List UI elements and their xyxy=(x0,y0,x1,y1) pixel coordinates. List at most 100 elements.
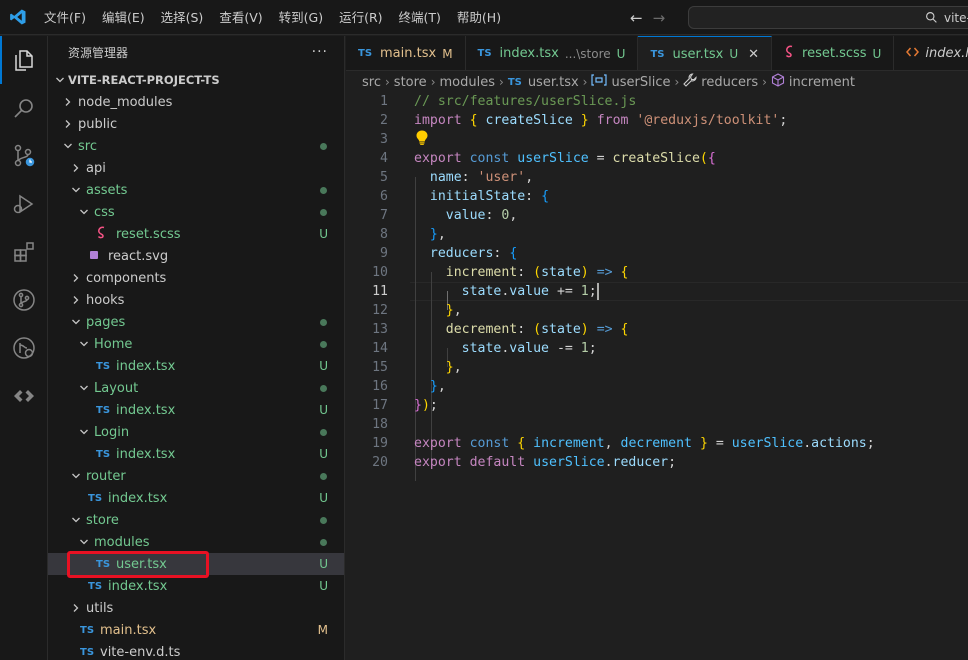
command-center-search[interactable]: vite- xyxy=(688,6,968,29)
tree-folder[interactable]: hooks xyxy=(48,289,344,311)
tree-file[interactable]: TS index.tsx U xyxy=(48,355,344,377)
source-control-icon[interactable] xyxy=(0,132,48,180)
explorer-icon[interactable] xyxy=(0,36,48,84)
tree-folder[interactable]: modules xyxy=(48,531,344,553)
tree-folder[interactable]: Login xyxy=(48,421,344,443)
tree-file[interactable]: reset.scss U xyxy=(48,223,344,245)
git-graph-icon[interactable] xyxy=(0,276,48,324)
chevron-right-icon xyxy=(60,119,76,129)
tree-file[interactable]: TS vite-env.d.ts xyxy=(48,641,344,660)
tree-item-label: index.tsx xyxy=(108,490,168,506)
tree-item-label: src xyxy=(78,138,97,154)
tree-folder[interactable]: public xyxy=(48,113,344,135)
tree-file[interactable]: TS index.tsx U xyxy=(48,575,344,597)
code-token: import xyxy=(414,113,462,128)
run-debug-icon[interactable] xyxy=(0,180,48,228)
tree-folder[interactable]: router xyxy=(48,465,344,487)
tree-item-label: Login xyxy=(94,424,130,440)
git-status-badge: M xyxy=(317,623,328,637)
tab-user-tsx[interactable]: TS user.tsx U ✕ xyxy=(638,36,773,70)
breadcrumb-separator-icon: › xyxy=(499,75,504,89)
tree-item-label: public xyxy=(78,116,118,132)
breadcrumb-separator-icon: › xyxy=(430,75,436,89)
tab-main-tsx[interactable]: TS main.tsx M xyxy=(346,36,466,70)
breadcrumb-item[interactable]: src xyxy=(362,75,381,90)
code-token: ; xyxy=(866,436,875,451)
code-editor[interactable]: 1 // src/features/userSlice.js 2 import { c… xyxy=(346,92,968,660)
tree-folder[interactable]: utils xyxy=(48,597,344,619)
tree-folder[interactable]: Home xyxy=(48,333,344,355)
tree-folder[interactable]: Layout xyxy=(48,377,344,399)
title-bar: 文件(F) 编辑(E) 选择(S) 查看(V) 转到(G) 运行(R) 终端(T) 帮助(H)… xyxy=(0,0,968,35)
tree-item-label: index.tsx xyxy=(116,402,176,418)
forward-arrow-icon[interactable]: → xyxy=(653,9,666,27)
code-brackets-icon[interactable] xyxy=(0,372,48,420)
tree-item-label: api xyxy=(86,160,106,176)
menu-item[interactable]: 帮助(H) xyxy=(449,0,509,35)
more-actions-icon[interactable]: ··· xyxy=(312,44,328,60)
git-status-badge: U xyxy=(319,359,328,373)
breadcrumb-item[interactable]: user.tsx xyxy=(528,75,579,90)
code-token: , xyxy=(453,303,462,318)
close-icon[interactable]: ✕ xyxy=(748,47,759,62)
tree-file[interactable]: TS index.tsx U xyxy=(48,487,344,509)
tree-folder[interactable]: pages xyxy=(48,311,344,333)
git-change-dot-icon xyxy=(320,209,327,216)
code-line: 16 }, xyxy=(346,377,968,396)
menu-item[interactable]: 查看(V) xyxy=(211,0,270,35)
tree-folder[interactable]: src xyxy=(48,135,344,157)
tree-folder[interactable]: css xyxy=(48,201,344,223)
code-token: name xyxy=(429,170,462,185)
tab-label: index.html xyxy=(925,46,968,61)
code-token: : xyxy=(525,189,542,204)
menu-item[interactable]: 编辑(E) xyxy=(94,0,153,35)
code-content: }); xyxy=(414,396,438,415)
code-token: => xyxy=(596,265,613,280)
chevron-down-icon xyxy=(76,207,92,217)
menu-item[interactable]: 转到(G) xyxy=(271,0,331,35)
code-content: import { createSlice } from '@reduxjs/to… xyxy=(414,111,787,130)
tree-file[interactable]: react.svg xyxy=(48,245,344,267)
tree-file[interactable]: TS index.tsx U xyxy=(48,399,344,421)
code-token: export xyxy=(414,455,462,470)
search-icon[interactable] xyxy=(0,84,48,132)
menu-item[interactable]: 运行(R) xyxy=(331,0,390,35)
tree-file[interactable]: TS main.tsx M xyxy=(48,619,344,641)
line-number: 16 xyxy=(372,379,388,394)
breadcrumb-item[interactable]: userSlice xyxy=(611,75,670,90)
tree-folder[interactable]: api xyxy=(48,157,344,179)
breadcrumb-item[interactable]: store xyxy=(394,75,427,90)
vscode-logo-icon xyxy=(0,0,36,35)
tree-file[interactable]: TS index.tsx U xyxy=(48,443,344,465)
back-arrow-icon[interactable]: ← xyxy=(630,9,643,27)
code-token: const xyxy=(469,151,510,166)
code-token: '@reduxjs/toolkit' xyxy=(636,113,780,128)
code-token: . xyxy=(803,436,812,451)
tab-reset-scss[interactable]: reset.scss U xyxy=(772,36,895,70)
tree-folder[interactable]: node_modules xyxy=(48,91,344,113)
tab-index-html[interactable]: index.html xyxy=(894,36,968,70)
tab-index-tsx[interactable]: TS index.tsx ...\store U xyxy=(466,36,639,70)
breadcrumb-item[interactable]: reducers xyxy=(701,75,758,90)
extensions-icon[interactable] xyxy=(0,228,48,276)
tree-folder[interactable]: components xyxy=(48,267,344,289)
tree-item-label: utils xyxy=(86,600,114,616)
project-root[interactable]: VITE-REACT-PROJECT-TS xyxy=(48,69,344,91)
breadcrumb-item[interactable]: modules xyxy=(440,75,496,90)
tree-folder[interactable]: assets xyxy=(48,179,344,201)
code-line: 19 export const { increment, decrement } … xyxy=(346,434,968,453)
remote-explorer-icon[interactable] xyxy=(0,324,48,372)
tree-folder[interactable]: store xyxy=(48,509,344,531)
breadcrumb-item[interactable]: increment xyxy=(789,75,855,90)
menu-item[interactable]: 选择(S) xyxy=(153,0,212,35)
chevron-down-icon xyxy=(76,383,92,393)
menu-item[interactable]: 文件(F) xyxy=(36,0,94,35)
menu-item[interactable]: 终端(T) xyxy=(391,0,449,35)
code-line: 2 import { createSlice } from '@reduxjs/t… xyxy=(346,111,968,130)
